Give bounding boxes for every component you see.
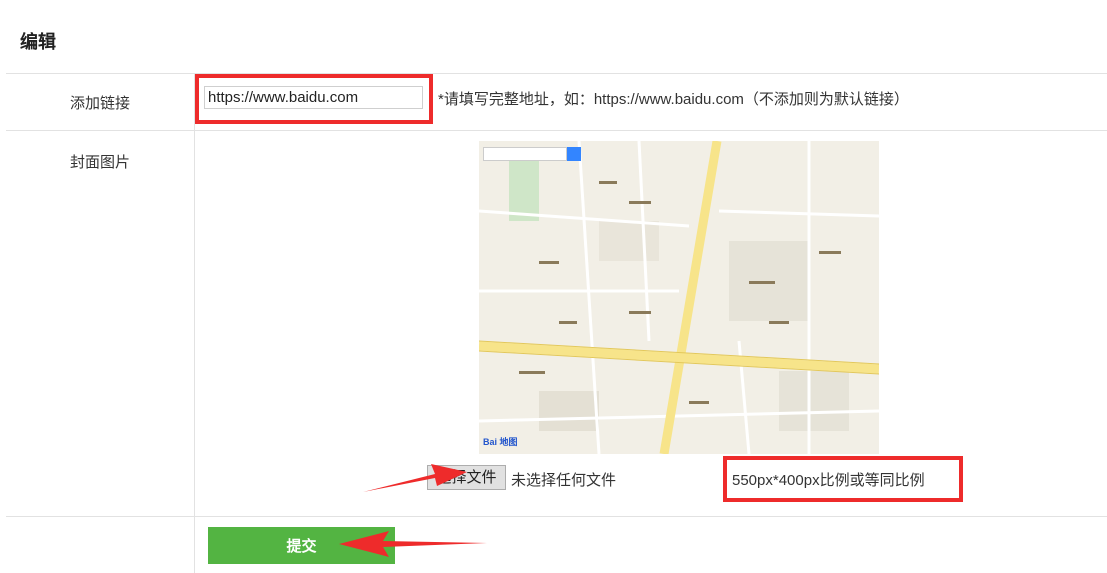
map-logo: Bai 地图 (483, 437, 518, 447)
cover-label: 封面图片 (6, 131, 195, 516)
map-search-box (483, 147, 567, 161)
cover-value-cell: Bai 地图 选择文件 未选择任何文件 550px*400px比例或等同比例 (195, 131, 1107, 516)
map-image (479, 141, 879, 454)
form-row-submit: 提交 (6, 517, 1107, 573)
form-row-link: 添加链接 *请填写完整地址，如：https://www.baidu.com（不添… (6, 74, 1107, 131)
annotation-box-size (723, 456, 963, 502)
page-title: 编辑 (20, 32, 56, 52)
link-value-cell: *请填写完整地址，如：https://www.baidu.com（不添加则为默认… (195, 74, 1107, 130)
submit-value-cell: 提交 (195, 517, 1107, 573)
form-row-cover: 封面图片 Bai 地图 选择文件 未选择任何文件 550px*400px比例或等… (6, 131, 1107, 517)
edit-form: 添加链接 *请填写完整地址，如：https://www.baidu.com（不添… (6, 73, 1107, 573)
submit-button[interactable]: 提交 (208, 527, 395, 564)
link-label: 添加链接 (6, 74, 195, 130)
choose-file-button[interactable]: 选择文件 (427, 465, 506, 490)
map-search-icon (567, 147, 581, 161)
link-hint: *请填写完整地址，如：https://www.baidu.com（不添加则为默认… (438, 91, 909, 108)
cover-image-preview: Bai 地图 (479, 141, 879, 454)
submit-label-cell (6, 517, 195, 573)
file-status-text: 未选择任何文件 (511, 472, 617, 489)
annotation-box-link (195, 74, 433, 124)
